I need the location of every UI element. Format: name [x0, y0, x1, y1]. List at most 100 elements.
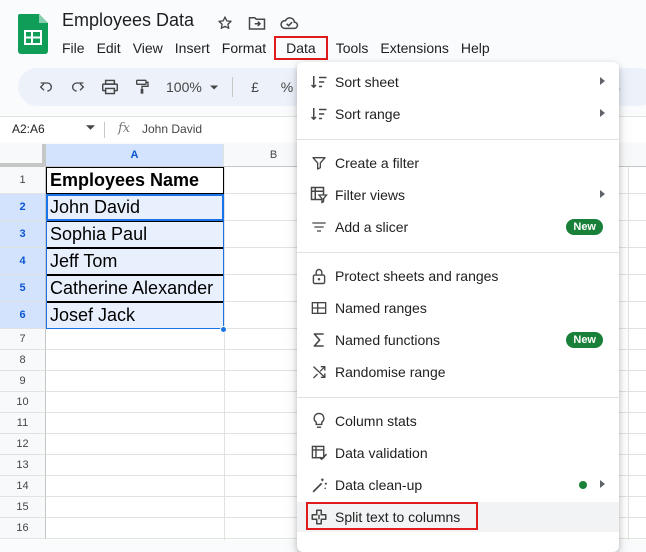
chevron-right-icon [600, 190, 605, 198]
chevron-down-icon[interactable] [86, 125, 95, 130]
menu-item-add-slicer[interactable]: Add a slicer New [297, 212, 619, 242]
star-icon[interactable] [214, 12, 236, 34]
row-header[interactable]: 5 [0, 275, 46, 302]
menu-item-protect-sheets[interactable]: Protect sheets and ranges [297, 261, 619, 291]
document-title[interactable]: Employees Data [62, 10, 194, 31]
menu-item-label: Data validation [335, 445, 428, 461]
menu-file[interactable]: File [56, 36, 91, 60]
row-header[interactable]: 6 [0, 302, 46, 329]
redo-icon[interactable] [62, 73, 94, 101]
undo-icon[interactable] [30, 73, 62, 101]
chevron-down-icon [209, 84, 218, 90]
print-icon[interactable] [94, 73, 126, 101]
cell-a3[interactable]: Sophia Paul [46, 221, 224, 248]
cell-a5[interactable]: Catherine Alexander [46, 275, 224, 302]
menu-format[interactable]: Format [216, 36, 272, 60]
menu-item-label: Sort range [335, 106, 401, 122]
menu-help[interactable]: Help [455, 36, 496, 60]
paint-format-icon[interactable] [126, 73, 158, 101]
row-header[interactable]: 14 [0, 476, 46, 497]
chevron-right-icon [600, 109, 605, 117]
filter-views-icon [309, 185, 329, 205]
menu-item-data-validation[interactable]: Data validation [297, 438, 619, 468]
row-header[interactable]: 1 [0, 167, 46, 194]
lightbulb-icon [309, 411, 329, 431]
toolbar-divider [232, 77, 233, 97]
cell-a1[interactable]: Employees Name [46, 167, 224, 194]
currency-format-button[interactable]: £ [239, 79, 271, 95]
menu-divider [297, 139, 619, 140]
menu-view[interactable]: View [127, 36, 169, 60]
menu-item-sort-sheet[interactable]: Sort sheet [297, 67, 619, 97]
shuffle-icon [309, 362, 329, 382]
sigma-icon [309, 330, 329, 350]
menu-item-label: Named functions [335, 332, 441, 348]
menu-item-label: Column stats [335, 413, 417, 429]
row-header[interactable]: 2 [0, 194, 46, 221]
row-header[interactable]: 11 [0, 413, 46, 434]
menu-item-data-cleanup[interactable]: Data clean-up [297, 470, 619, 500]
fill-handle[interactable] [220, 326, 227, 333]
menu-bar: File Edit View Insert Format Data Tools … [56, 36, 496, 60]
cell-a2[interactable]: John David [46, 194, 224, 221]
cloud-saved-icon[interactable] [278, 12, 300, 34]
menu-item-label: Randomise range [335, 364, 446, 380]
menu-divider [297, 252, 619, 253]
magic-wand-icon [309, 475, 329, 495]
menu-extensions[interactable]: Extensions [374, 36, 454, 60]
menu-item-label: Data clean-up [335, 477, 423, 493]
cell-a4[interactable]: Jeff Tom [46, 248, 224, 275]
menu-item-sort-range[interactable]: Sort range [297, 99, 619, 129]
name-box[interactable]: A2:A6 [12, 122, 45, 136]
menu-item-filter-views[interactable]: Filter views [297, 180, 619, 210]
row-header[interactable]: 4 [0, 248, 46, 275]
column-header-a[interactable]: A [46, 144, 224, 167]
menu-item-randomise-range[interactable]: Randomise range [297, 357, 619, 387]
sheets-logo-icon[interactable] [18, 14, 48, 54]
sort-icon [309, 72, 329, 92]
row-header[interactable]: 10 [0, 392, 46, 413]
formula-divider [104, 122, 105, 138]
named-ranges-icon [309, 298, 329, 318]
cell-a6[interactable]: Josef Jack [46, 302, 224, 329]
row-header[interactable]: 15 [0, 497, 46, 518]
chevron-right-icon [600, 77, 605, 85]
row-header[interactable]: 12 [0, 434, 46, 455]
zoom-select[interactable]: 100% [158, 79, 226, 95]
filter-icon [309, 153, 329, 173]
menu-tools[interactable]: Tools [330, 36, 375, 60]
sort-icon [309, 104, 329, 124]
menu-item-label: Sort sheet [335, 74, 399, 90]
row-header[interactable]: 3 [0, 221, 46, 248]
lock-icon [309, 266, 329, 286]
menu-item-create-filter[interactable]: Create a filter [297, 148, 619, 178]
row-header[interactable]: 16 [0, 518, 46, 539]
fx-icon: fx [118, 121, 131, 136]
menu-item-split-text-to-columns[interactable]: Split text to columns [297, 502, 619, 532]
slicer-icon [309, 217, 329, 237]
menu-item-label: Named ranges [335, 300, 427, 316]
menu-insert[interactable]: Insert [169, 36, 216, 60]
grid-line [628, 167, 629, 540]
menu-item-named-ranges[interactable]: Named ranges [297, 293, 619, 323]
select-all-corner[interactable] [0, 144, 46, 167]
grid-line [224, 167, 225, 540]
row-header[interactable]: 8 [0, 350, 46, 371]
menu-item-named-functions[interactable]: Named functions New [297, 325, 619, 355]
split-columns-icon [309, 507, 329, 527]
row-header[interactable]: 9 [0, 371, 46, 392]
row-header[interactable]: 13 [0, 455, 46, 476]
menu-item-label: Filter views [335, 187, 406, 203]
new-badge: New [566, 219, 603, 235]
status-dot [579, 481, 587, 489]
menu-item-label: Split text to columns [335, 509, 461, 525]
menu-item-label: Protect sheets and ranges [335, 268, 499, 284]
menu-divider [297, 397, 619, 398]
menu-item-column-stats[interactable]: Column stats [297, 406, 619, 436]
move-to-folder-icon[interactable] [246, 12, 268, 34]
formula-input[interactable]: John David [142, 122, 202, 136]
menu-item-label: Create a filter [335, 155, 420, 171]
menu-edit[interactable]: Edit [91, 36, 127, 60]
row-header[interactable]: 7 [0, 329, 46, 350]
menu-data[interactable]: Data [274, 36, 328, 60]
